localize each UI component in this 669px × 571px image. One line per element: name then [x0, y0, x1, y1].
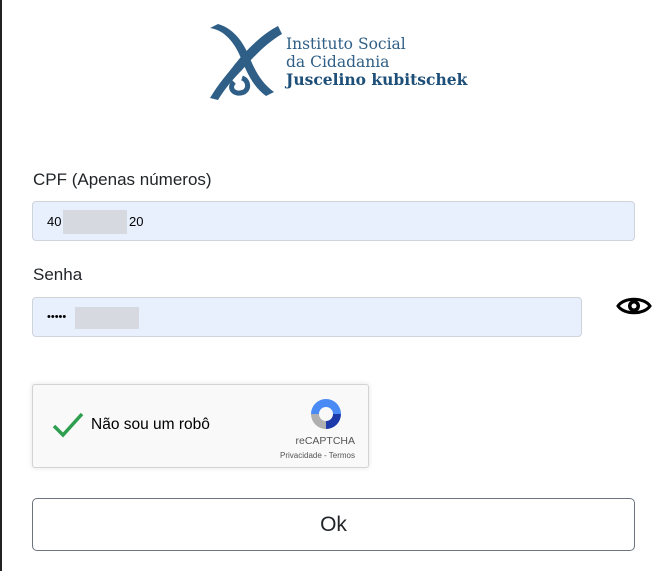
- recaptcha-logo-icon: [311, 399, 341, 429]
- ok-button[interactable]: Ok: [32, 498, 635, 551]
- redacted-block: [75, 307, 139, 329]
- page-border: [0, 0, 2, 571]
- brand-line-1: Instituto Social: [286, 35, 406, 53]
- brand-line-2: da Cidadania: [286, 53, 390, 71]
- cpf-input[interactable]: 40 20: [32, 201, 635, 241]
- ribbon-logo-icon: [210, 24, 282, 100]
- cpf-value-start: 40: [47, 214, 62, 229]
- password-value: •••••: [47, 311, 67, 323]
- brand-line-3: Juscelino kubitschek: [286, 70, 468, 89]
- recaptcha-links[interactable]: Privacidade - Termos: [33, 451, 355, 460]
- password-label: Senha: [33, 265, 83, 284]
- cpf-value-end: 20: [129, 214, 144, 229]
- recaptcha-brand: reCAPTCHA: [295, 435, 355, 447]
- redacted-block: [63, 210, 127, 234]
- cpf-label: CPF (Apenas números): [33, 170, 212, 189]
- captcha-label: Não sou um robô: [91, 416, 210, 433]
- eye-icon[interactable]: [616, 294, 652, 318]
- institute-logo: Instituto Social da Cidadania Juscelino …: [204, 22, 474, 102]
- recaptcha-widget: Não sou um robô reCAPTCHA Privacidade - …: [32, 384, 369, 468]
- password-input[interactable]: •••••: [32, 297, 582, 337]
